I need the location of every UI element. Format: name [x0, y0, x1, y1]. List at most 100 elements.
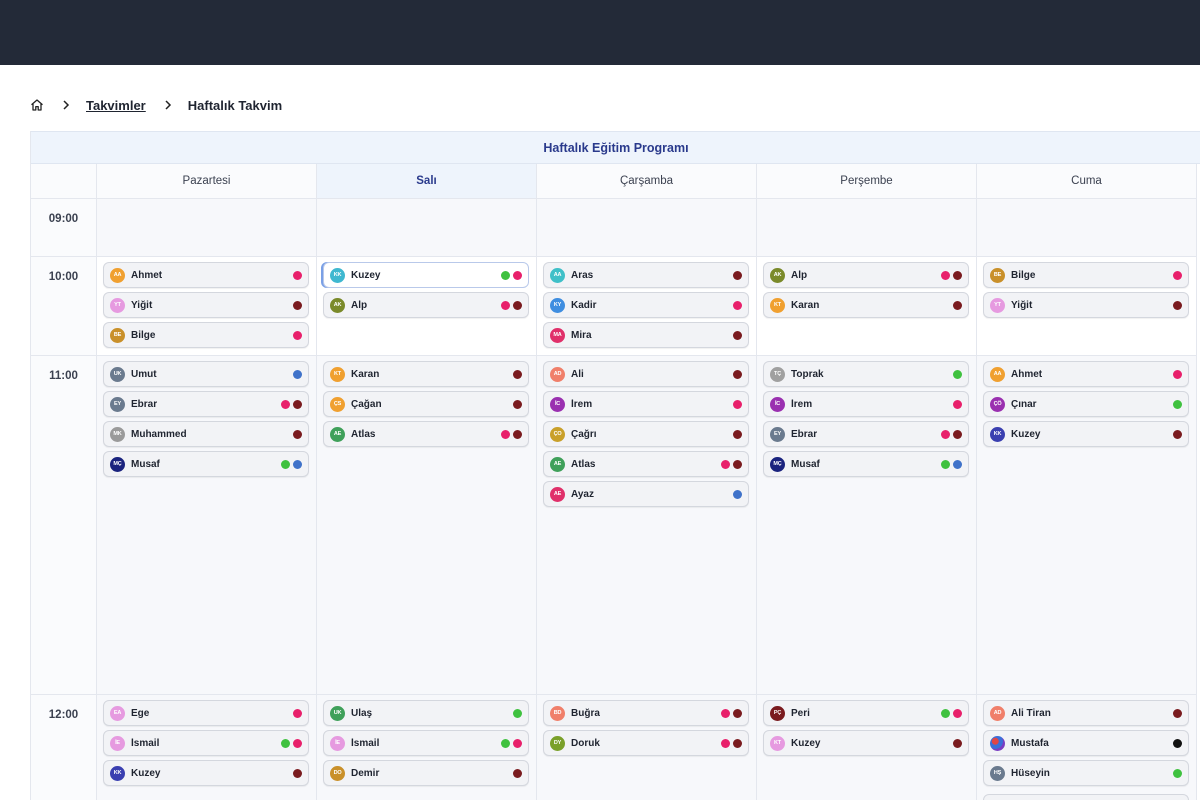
status-dot-maroon	[1173, 300, 1182, 310]
event-card[interactable]: KY Kadir	[543, 292, 749, 318]
event-card[interactable]: PÇ Peri	[763, 700, 969, 726]
event-card[interactable]: BE Bilge	[103, 322, 309, 348]
event-card[interactable]: AA Ahmet	[983, 361, 1189, 387]
event-card[interactable]: ÇÖ Çınar	[983, 391, 1189, 417]
avatar: EY	[110, 396, 125, 412]
status-dot-green	[953, 369, 962, 379]
status-dots	[941, 459, 962, 469]
home-icon[interactable]	[30, 98, 44, 112]
event-card[interactable]: KT Kuzey	[763, 730, 969, 756]
event-name: Ahmet	[131, 269, 163, 281]
event-card[interactable]: AA Aras	[543, 262, 749, 288]
event-card[interactable]: KK Kuzey	[983, 421, 1189, 447]
event-card[interactable]: AK Alp	[763, 262, 969, 288]
status-dot-green	[501, 270, 510, 280]
breadcrumb-link-takvimler[interactable]: Takvimler	[86, 98, 146, 113]
avatar: MK	[110, 426, 125, 442]
avatar: KT	[330, 366, 345, 382]
status-dots	[721, 738, 742, 748]
event-name: Çağrı	[571, 428, 597, 440]
status-dot-maroon	[953, 300, 962, 310]
time-label: 12:00	[31, 695, 97, 800]
event-card[interactable]: EY Ebrar	[763, 421, 969, 447]
event-card[interactable]: BE Bilge	[983, 262, 1189, 288]
event-card[interactable]: TÇ Toprak	[763, 361, 969, 387]
status-dots	[733, 489, 742, 499]
breadcrumb-current: Haftalık Takvim	[187, 97, 283, 113]
event-card[interactable]: Mustafa	[983, 730, 1189, 756]
event-card[interactable]: DO Demir	[323, 760, 529, 786]
status-dots	[293, 429, 302, 439]
event-card[interactable]: KK Kuzey	[323, 262, 529, 288]
event-card[interactable]: AA Ahmet	[103, 262, 309, 288]
status-dot-maroon	[733, 429, 742, 439]
event-card[interactable]: KK Kuzey	[103, 760, 309, 786]
event-card[interactable]: ÇO Çağrı	[543, 421, 749, 447]
status-dots	[501, 300, 522, 310]
status-dot-pink	[1173, 369, 1182, 379]
event-card-partial[interactable]	[983, 794, 1189, 800]
avatar: PÇ	[770, 705, 785, 721]
event-card[interactable]: UK Ulaş	[323, 700, 529, 726]
event-card[interactable]: MÇ Musaf	[763, 451, 969, 477]
event-card[interactable]: AK Alp	[323, 292, 529, 318]
event-card[interactable]: MK Muhammed	[103, 421, 309, 447]
avatar: İE	[110, 735, 125, 751]
event-name: Mira	[571, 329, 592, 341]
event-card[interactable]: MA Mira	[543, 322, 749, 348]
event-card[interactable]: MÇ Musaf	[103, 451, 309, 477]
event-card[interactable]: AD Ali	[543, 361, 749, 387]
status-dot-pink	[1173, 270, 1182, 280]
chevron-right-icon	[62, 97, 70, 113]
status-dots	[293, 270, 302, 280]
event-name: İsmail	[351, 737, 380, 749]
avatar: AE	[550, 456, 565, 472]
event-card[interactable]: İE İsmail	[323, 730, 529, 756]
avatar: ÇO	[550, 426, 565, 442]
avatar: AA	[990, 366, 1005, 382]
event-card[interactable]: HŞ Hüseyin	[983, 760, 1189, 786]
event-card[interactable]: AE Atlas	[323, 421, 529, 447]
time-slot[interactable]	[537, 199, 757, 257]
time-slot[interactable]	[757, 199, 977, 257]
status-dot-green	[501, 738, 510, 748]
event-name: Bilge	[1011, 269, 1036, 281]
event-card[interactable]: İC İrem	[543, 391, 749, 417]
status-dot-maroon	[513, 369, 522, 379]
event-card[interactable]: YT Yiğit	[983, 292, 1189, 318]
event-name: Musaf	[791, 458, 820, 470]
avatar: DO	[330, 765, 345, 781]
event-card[interactable]: İE İsmail	[103, 730, 309, 756]
time-slot[interactable]	[317, 199, 537, 257]
event-card[interactable]: İC İrem	[763, 391, 969, 417]
status-dot-green	[281, 738, 290, 748]
event-card[interactable]: AD Ali Tiran	[983, 700, 1189, 726]
status-dots	[293, 768, 302, 778]
status-dots	[1173, 429, 1182, 439]
event-name: Muhammed	[131, 428, 187, 440]
event-card[interactable]: DY Doruk	[543, 730, 749, 756]
event-card[interactable]: YT Yiğit	[103, 292, 309, 318]
event-card[interactable]: EY Ebrar	[103, 391, 309, 417]
status-dots	[513, 708, 522, 718]
event-card[interactable]: KT Karan	[323, 361, 529, 387]
status-dot-maroon	[733, 708, 742, 718]
event-card[interactable]: BD Buğra	[543, 700, 749, 726]
time-slot[interactable]	[977, 199, 1197, 257]
event-card[interactable]: AE Ayaz	[543, 481, 749, 507]
time-slot[interactable]	[97, 199, 317, 257]
event-card[interactable]: EA Ege	[103, 700, 309, 726]
avatar: UK	[330, 705, 345, 721]
status-dots	[953, 369, 962, 379]
event-name: Mustafa	[1011, 737, 1049, 749]
avatar: ÇS	[330, 396, 345, 412]
time-label: 09:00	[31, 199, 97, 257]
event-card[interactable]: AE Atlas	[543, 451, 749, 477]
avatar: BE	[990, 267, 1005, 283]
event-card[interactable]: ÇS Çağan	[323, 391, 529, 417]
status-dot-maroon	[293, 399, 302, 409]
status-dot-pink	[721, 459, 730, 469]
event-card[interactable]: UK Umut	[103, 361, 309, 387]
status-dot-green	[941, 708, 950, 718]
event-card[interactable]: KT Karan	[763, 292, 969, 318]
